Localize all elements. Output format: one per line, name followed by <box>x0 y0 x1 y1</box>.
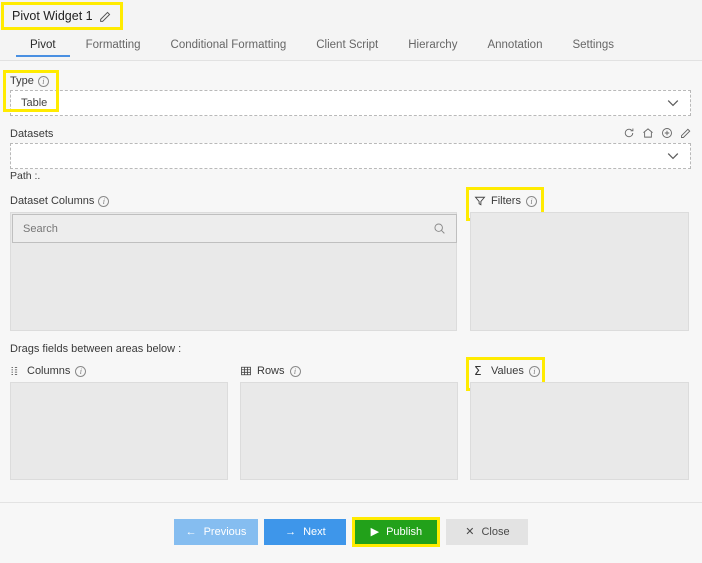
rows-icon <box>240 365 252 377</box>
dataset-columns-label: Dataset Columns i <box>10 195 109 207</box>
columns-area-label-text: Columns <box>27 365 70 377</box>
filter-icon <box>474 195 486 207</box>
next-button[interactable]: → Next <box>264 519 346 545</box>
home-icon[interactable] <box>642 127 654 139</box>
tab-hierarchy[interactable]: Hierarchy <box>408 39 457 57</box>
play-icon: ▶ <box>371 527 379 538</box>
info-icon[interactable]: i <box>75 366 86 377</box>
info-icon[interactable]: i <box>38 76 49 87</box>
plus-circle-icon[interactable] <box>661 127 673 139</box>
page-title: Pivot Widget 1 <box>12 9 93 23</box>
widget-title-highlight: Pivot Widget 1 <box>1 2 123 30</box>
type-label-text: Type <box>10 75 34 87</box>
datasets-label: Datasets <box>10 128 53 140</box>
footer-button-row: ← Previous → Next ▶ Publish ✕ Close <box>0 517 702 547</box>
datasets-select[interactable] <box>10 143 691 169</box>
publish-button[interactable]: ▶ Publish <box>355 520 437 544</box>
previous-button-label: Previous <box>204 526 247 538</box>
columns-area-label: Columns i <box>10 365 86 377</box>
previous-button[interactable]: ← Previous <box>174 519 259 545</box>
info-icon[interactable]: i <box>98 196 109 207</box>
tab-client-script[interactable]: Client Script <box>316 39 378 57</box>
close-button-label: Close <box>481 526 509 538</box>
publish-button-label: Publish <box>386 526 422 538</box>
search-box <box>12 214 457 243</box>
filters-label: Filters i <box>474 195 537 207</box>
dataset-path-text: Path :. <box>10 170 40 182</box>
type-label: Type i <box>10 75 49 87</box>
tab-bar: Pivot Formatting Conditional Formatting … <box>0 32 702 61</box>
pivot-widget-editor: Pivot Widget 1 Pivot Formatting Conditio… <box>0 0 702 563</box>
tab-annotation[interactable]: Annotation <box>487 39 542 57</box>
pivot-form-body: Type i Table Datasets <box>0 61 702 502</box>
chevron-down-icon <box>666 152 680 160</box>
arrow-right-icon: → <box>285 527 296 538</box>
filters-dropzone[interactable] <box>470 212 689 331</box>
dataset-columns-panel <box>10 212 457 331</box>
type-select-value: Table <box>21 97 47 109</box>
values-dropzone[interactable] <box>470 382 689 480</box>
close-button[interactable]: ✕ Close <box>446 519 528 545</box>
info-icon[interactable]: i <box>526 196 537 207</box>
datasets-toolbar <box>623 127 692 139</box>
footer-bar: ← Previous → Next ▶ Publish ✕ Close <box>0 502 702 563</box>
rows-dropzone[interactable] <box>240 382 458 480</box>
rows-area-label-text: Rows <box>257 365 285 377</box>
tab-formatting[interactable]: Formatting <box>86 39 141 57</box>
rows-area-label: Rows i <box>240 365 301 377</box>
tab-settings[interactable]: Settings <box>572 39 614 57</box>
sigma-icon: Σ <box>474 365 486 377</box>
arrow-left-icon: ← <box>186 527 197 538</box>
type-select[interactable]: Table <box>10 90 691 116</box>
search-input[interactable] <box>23 215 433 242</box>
info-icon[interactable]: i <box>290 366 301 377</box>
refresh-icon[interactable] <box>623 127 635 139</box>
tab-pivot[interactable]: Pivot <box>30 39 56 57</box>
filters-label-text: Filters <box>491 195 521 207</box>
title-bar: Pivot Widget 1 <box>0 0 702 32</box>
next-button-label: Next <box>303 526 326 538</box>
values-area-label: Σ Values i <box>474 365 540 377</box>
publish-button-highlight: ▶ Publish <box>352 517 440 547</box>
drag-hint-text: Drags fields between areas below : <box>10 343 181 355</box>
edit-icon[interactable] <box>99 10 112 23</box>
search-icon[interactable] <box>433 222 446 235</box>
edit-icon[interactable] <box>680 127 692 139</box>
columns-icon <box>10 365 22 377</box>
values-area-label-text: Values <box>491 365 524 377</box>
info-icon[interactable]: i <box>529 366 540 377</box>
datasets-label-text: Datasets <box>10 128 53 140</box>
dataset-columns-label-text: Dataset Columns <box>10 195 94 207</box>
chevron-down-icon <box>666 99 680 107</box>
columns-dropzone[interactable] <box>10 382 228 480</box>
tab-conditional-formatting[interactable]: Conditional Formatting <box>171 39 287 57</box>
close-icon: ✕ <box>465 527 474 538</box>
